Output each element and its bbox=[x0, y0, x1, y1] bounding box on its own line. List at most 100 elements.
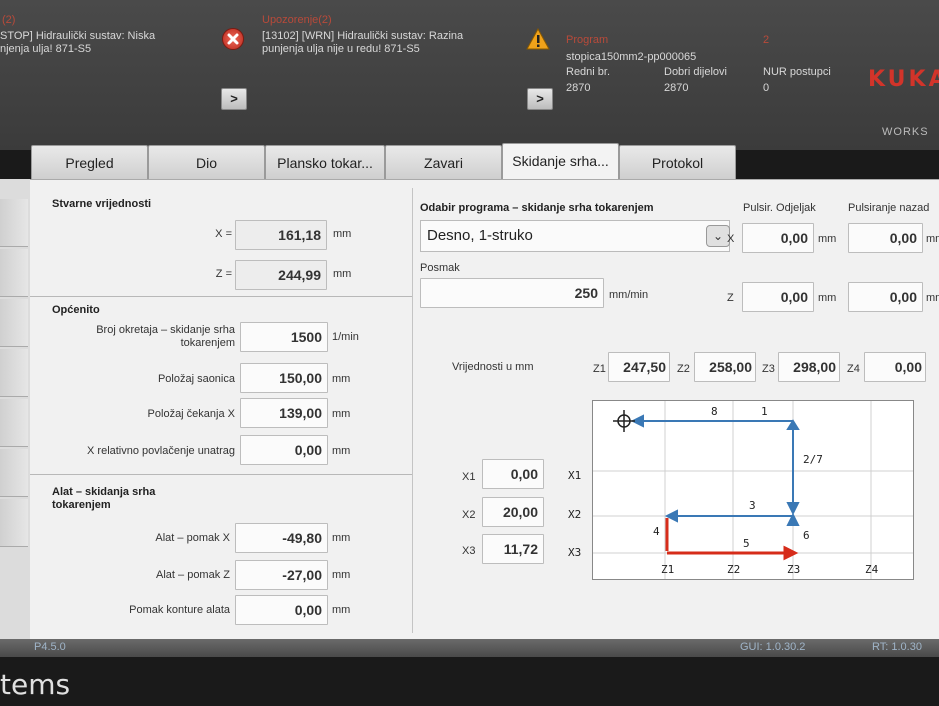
rpm-unit: 1/min bbox=[332, 331, 359, 343]
work-label: WORKS bbox=[882, 126, 929, 138]
program-select[interactable]: Desno, 1-struko bbox=[420, 220, 730, 252]
message-count: (2) bbox=[2, 14, 16, 26]
diagram-col-label: Z2 bbox=[727, 563, 741, 576]
message-header: (2) STOP] Hidraulički sustav: Niska njen… bbox=[0, 0, 939, 150]
side-button-5[interactable] bbox=[0, 399, 28, 447]
program-title: Program bbox=[566, 34, 609, 46]
step-label: 2/7 bbox=[803, 453, 823, 466]
side-button-4[interactable] bbox=[0, 349, 28, 397]
x2-input[interactable]: 20,00 bbox=[482, 497, 544, 527]
x2-label: X2 bbox=[462, 509, 476, 521]
z2-label: Z2 bbox=[677, 363, 690, 375]
side-button-7[interactable] bbox=[0, 499, 28, 547]
z1-input[interactable]: 247,50 bbox=[608, 352, 670, 382]
kuka-logo: KUKA bbox=[868, 67, 939, 92]
diagram-col-label: Z1 bbox=[661, 563, 675, 576]
step-label: 8 bbox=[711, 405, 718, 418]
wait-position-label: Položaj čekanja X bbox=[147, 408, 235, 420]
step-label: 5 bbox=[743, 537, 750, 550]
pulse-z-back-unit: mm bbox=[926, 292, 939, 304]
step-label: 3 bbox=[749, 499, 756, 512]
pulse-z-unit: mm bbox=[818, 292, 837, 304]
crosshair-icon bbox=[613, 410, 635, 432]
z2-input[interactable]: 258,00 bbox=[694, 352, 756, 382]
tool-title-line1: Alat – skidanja srha bbox=[52, 486, 156, 498]
rpm-label-line2: tokarenjem bbox=[180, 337, 235, 349]
redni-value: 2870 bbox=[566, 82, 591, 94]
tab-pregled[interactable]: Pregled bbox=[31, 145, 148, 179]
rpm-label-line1: Broj okretaja – skidanje srha bbox=[96, 324, 235, 336]
rt-version: RT: 1.0.30 bbox=[872, 641, 922, 653]
x-actual-unit: mm bbox=[333, 228, 352, 240]
side-button-2[interactable] bbox=[0, 249, 28, 297]
pulse-section-title: Pulsir. Odjeljak bbox=[743, 202, 816, 214]
x-retract-input[interactable]: 0,00 bbox=[240, 435, 328, 465]
pulse-x-input[interactable]: 0,00 bbox=[742, 223, 814, 253]
wait-position-input[interactable]: 139,00 bbox=[240, 398, 328, 428]
pulse-x-back-input[interactable]: 0,00 bbox=[848, 223, 923, 253]
redni-label: Redni br. bbox=[566, 66, 611, 78]
rpm-input[interactable]: 1500 bbox=[240, 322, 328, 352]
tab-skidanje-srha[interactable]: Skidanje srha... bbox=[502, 143, 619, 181]
contour-offset-input[interactable]: 0,00 bbox=[235, 595, 328, 625]
x-retract-unit: mm bbox=[332, 445, 351, 457]
tool-title-line2: tokarenjem bbox=[52, 499, 111, 511]
diagram-col-label: Z4 bbox=[865, 563, 879, 576]
side-button-strip bbox=[0, 179, 30, 639]
feed-input[interactable]: 250 bbox=[420, 278, 604, 308]
values-in-mm-label: Vrijednosti u mm bbox=[452, 361, 534, 373]
pulse-x-label: X bbox=[727, 233, 735, 245]
warning-message-line1: [13102] [WRN] Hidraulički sustav: Razina bbox=[262, 30, 464, 42]
side-button-3[interactable] bbox=[0, 299, 28, 347]
hmi-screen: (2) STOP] Hidraulički sustav: Niska njen… bbox=[0, 0, 939, 706]
deburring-path-diagram: 8 1 2/7 3 4 5 6 Z1 Z2 Z3 Z4 bbox=[592, 400, 914, 580]
contour-offset-label: Pomak konture alata bbox=[129, 604, 230, 616]
z-actual-unit: mm bbox=[333, 268, 352, 280]
error-next-button[interactable]: > bbox=[221, 88, 247, 110]
version-label: P4.5.0 bbox=[34, 641, 66, 653]
tab-plansko-tokarenje[interactable]: Plansko tokar... bbox=[265, 145, 385, 179]
z-actual-label: Z = bbox=[215, 268, 232, 280]
warning-title: Upozorenje(2) bbox=[262, 14, 332, 26]
tool-offset-x-input[interactable]: -49,80 bbox=[235, 523, 328, 553]
x-actual-value: 161,18 bbox=[235, 220, 327, 250]
tab-protokol[interactable]: Protokol bbox=[619, 145, 736, 179]
x1-input[interactable]: 0,00 bbox=[482, 459, 544, 489]
red-path bbox=[665, 518, 799, 561]
bottom-text: tems bbox=[0, 668, 71, 701]
tool-offset-z-input[interactable]: -27,00 bbox=[235, 560, 328, 590]
pulse-z-label: Z bbox=[727, 292, 734, 304]
status-bar: P4.5.0 GUI: 1.0.30.2 RT: 1.0.30 bbox=[0, 639, 939, 657]
dobri-value: 2870 bbox=[664, 82, 689, 94]
separator bbox=[30, 474, 412, 475]
z1-label: Z1 bbox=[593, 363, 606, 375]
warning-next-button[interactable]: > bbox=[527, 88, 553, 110]
nur-value: 0 bbox=[763, 82, 770, 94]
diagram-row-label: X3 bbox=[568, 546, 582, 559]
deburring-panel: Stvarne vrijednosti X = 161,18 mm Z = 24… bbox=[30, 179, 939, 639]
z-actual-value: 244,99 bbox=[235, 260, 327, 290]
pulse-z-input[interactable]: 0,00 bbox=[742, 282, 814, 312]
tab-dio[interactable]: Dio bbox=[148, 145, 265, 179]
contour-offset-unit: mm bbox=[332, 604, 351, 616]
x-actual-label: X = bbox=[215, 228, 232, 240]
z3-input[interactable]: 298,00 bbox=[778, 352, 840, 382]
general-title: Općenito bbox=[52, 304, 100, 316]
program-name: stopica150mm2-pp000065 bbox=[566, 51, 697, 63]
tab-zavari[interactable]: Zavari bbox=[385, 145, 502, 179]
separator bbox=[30, 296, 412, 297]
pulse-x-unit: mm bbox=[818, 233, 837, 245]
x3-input[interactable]: 11,72 bbox=[482, 534, 544, 564]
pulse-z-back-input[interactable]: 0,00 bbox=[848, 282, 923, 312]
slide-position-input[interactable]: 150,00 bbox=[240, 363, 328, 393]
side-button-6[interactable] bbox=[0, 449, 28, 497]
x-retract-label: X relativno povlačenje unatrag bbox=[87, 445, 235, 457]
wait-position-unit: mm bbox=[332, 408, 351, 420]
side-button-1[interactable] bbox=[0, 199, 28, 247]
tool-offset-z-label: Alat – pomak Z bbox=[156, 569, 230, 581]
nur-label: NUR postupci bbox=[763, 66, 831, 78]
slide-position-label: Položaj saonica bbox=[157, 373, 235, 385]
diagram-col-label: Z3 bbox=[787, 563, 801, 576]
z4-label: Z4 bbox=[847, 363, 860, 375]
z4-input[interactable]: 0,00 bbox=[864, 352, 926, 382]
